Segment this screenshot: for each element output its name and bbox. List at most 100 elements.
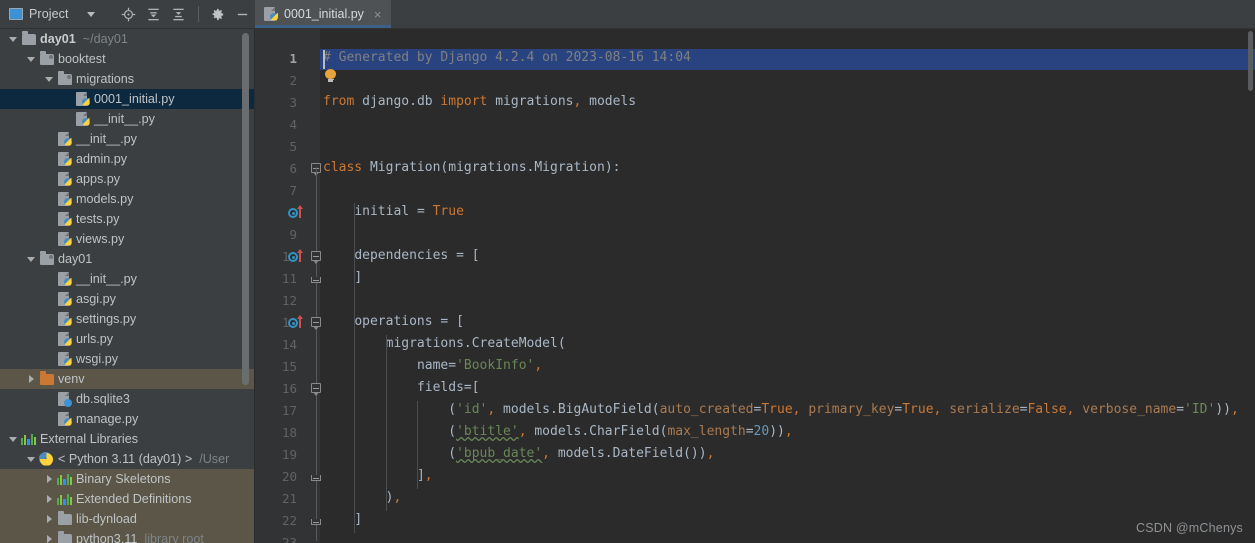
tree-item-tests-py[interactable]: tests.py <box>0 209 254 229</box>
chevron-down-icon[interactable] <box>24 457 38 462</box>
tree-item-wsgi-py[interactable]: wsgi.py <box>0 349 254 369</box>
python-file-icon <box>57 311 72 327</box>
fold-marker-icon[interactable] <box>311 273 322 284</box>
chevron-down-icon[interactable] <box>86 11 95 17</box>
tree-item-db-sqlite3[interactable]: db.sqlite3 <box>0 389 254 409</box>
fold-marker-icon[interactable] <box>311 251 322 264</box>
tree-item-init-py[interactable]: __init__.py <box>0 109 254 129</box>
intention-bulb-icon[interactable] <box>325 69 336 82</box>
code-line[interactable]: class Migration(migrations.Migration): <box>323 160 620 175</box>
line-number: 11 <box>281 271 297 286</box>
chevron-down-icon[interactable] <box>42 77 56 82</box>
python-sdk-icon <box>39 451 54 467</box>
python-file-icon <box>57 211 72 227</box>
locate-icon[interactable] <box>118 3 140 25</box>
collapse-all-icon[interactable] <box>168 3 190 25</box>
chevron-right-icon[interactable] <box>42 535 56 543</box>
library-icon <box>21 433 36 445</box>
tree-item-asgi-py[interactable]: asgi.py <box>0 289 254 309</box>
watermark: CSDN @mChenys <box>1136 521 1243 535</box>
tree-item-path: ~/day01 <box>82 32 128 46</box>
code-line[interactable]: migrations.CreateModel( <box>323 336 566 351</box>
settings-gear-icon[interactable] <box>207 3 229 25</box>
tree-item-apps-py[interactable]: apps.py <box>0 169 254 189</box>
tab-0001-initial-py[interactable]: 0001_initial.py × <box>255 0 391 28</box>
indent-guide <box>416 401 418 489</box>
code-line[interactable]: ('bpub_date', models.DateField()), <box>323 446 714 461</box>
tree-item-venv[interactable]: venv <box>0 369 254 389</box>
tree-item-external-libraries[interactable]: External Libraries <box>0 429 254 449</box>
code-line[interactable]: ] <box>323 270 362 285</box>
tree-item-models-py[interactable]: models.py <box>0 189 254 209</box>
tree-item-lib-dynload[interactable]: lib-dynload <box>0 509 254 529</box>
override-marker-icon[interactable] <box>288 249 306 264</box>
chevron-down-icon[interactable] <box>6 437 20 442</box>
close-icon[interactable]: × <box>374 8 382 21</box>
tree-item-day01[interactable]: day01 ~/day01 <box>0 29 254 49</box>
tree-item-python-3-11-day01[interactable]: < Python 3.11 (day01) > /User <box>0 449 254 469</box>
code-line[interactable]: fields=[ <box>323 380 480 395</box>
project-panel-button[interactable]: Project <box>6 5 100 23</box>
tree-item-day01[interactable]: day01 <box>0 249 254 269</box>
line-number: 2 <box>289 73 297 88</box>
code-line[interactable]: # Generated by Django 4.2.4 on 2023-08-1… <box>323 50 691 65</box>
folder-icon <box>57 511 72 525</box>
python-file-icon <box>57 151 72 167</box>
code-line[interactable]: from django.db import migrations, models <box>323 94 636 109</box>
chevron-right-icon[interactable] <box>24 375 38 383</box>
code-line[interactable]: operations = [ <box>323 314 464 329</box>
project-tree: day01 ~/day01 booktest migrations 0001_initi… <box>0 29 254 543</box>
tree-item-label: settings.py <box>76 312 137 326</box>
tree-item-admin-py[interactable]: admin.py <box>0 149 254 169</box>
tree-item-extended-definitions[interactable]: Extended Definitions <box>0 489 254 509</box>
tree-item-label: manage.py <box>76 412 139 426</box>
tree-item-migrations[interactable]: migrations <box>0 69 254 89</box>
code-line[interactable]: ), <box>323 490 402 505</box>
tree-item-urls-py[interactable]: urls.py <box>0 329 254 349</box>
line-number: 6 <box>289 161 297 176</box>
fold-marker-icon[interactable] <box>311 471 322 482</box>
tree-item-settings-py[interactable]: settings.py <box>0 309 254 329</box>
tree-item-init-py[interactable]: __init__.py <box>0 269 254 289</box>
chevron-down-icon[interactable] <box>6 37 20 42</box>
fold-marker-icon[interactable] <box>311 383 322 396</box>
chevron-right-icon[interactable] <box>42 515 56 523</box>
code-area[interactable]: # Generated by Django 4.2.4 on 2023-08-1… <box>320 29 1255 543</box>
tree-item-views-py[interactable]: views.py <box>0 229 254 249</box>
tree-item-label: admin.py <box>76 152 128 166</box>
tree-item-0001-initial-py[interactable]: 0001_initial.py <box>0 89 254 109</box>
chevron-down-icon[interactable] <box>24 57 38 62</box>
code-line[interactable]: ('id', models.BigAutoField(auto_created=… <box>323 402 1239 417</box>
tree-item-manage-py[interactable]: manage.py <box>0 409 254 429</box>
code-line[interactable]: initial = True <box>323 204 464 219</box>
tree-item-label: db.sqlite3 <box>76 392 130 406</box>
tree-item-init-py[interactable]: __init__.py <box>0 129 254 149</box>
expand-all-icon[interactable] <box>143 3 165 25</box>
code-line[interactable]: ] <box>323 512 362 527</box>
tree-item-label: 0001_initial.py <box>94 92 175 106</box>
tree-item-binary-skeletons[interactable]: Binary Skeletons <box>0 469 254 489</box>
code-line[interactable]: name='BookInfo', <box>323 358 542 373</box>
sidebar-scrollbar[interactable] <box>242 33 249 385</box>
editor-scrollbar[interactable] <box>1248 31 1253 91</box>
tree-item-label: models.py <box>76 192 134 206</box>
code-line[interactable]: ('btitle', models.CharField(max_length=2… <box>323 424 792 439</box>
minimize-icon[interactable] <box>232 3 254 25</box>
tree-item-booktest[interactable]: booktest <box>0 49 254 69</box>
python-file-icon <box>57 171 72 187</box>
fold-column <box>310 29 320 543</box>
folder-orange-icon <box>39 371 54 385</box>
chevron-down-icon[interactable] <box>24 257 38 262</box>
override-marker-icon[interactable] <box>288 205 306 220</box>
chevron-right-icon[interactable] <box>42 475 56 483</box>
override-marker-icon[interactable] <box>288 315 306 330</box>
tree-item-label: venv <box>58 372 85 386</box>
tree-item-label: __init__.py <box>94 112 155 126</box>
chevron-right-icon[interactable] <box>42 495 56 503</box>
tree-item-python3-11[interactable]: python3.11 library root <box>0 529 254 543</box>
fold-marker-icon[interactable] <box>311 515 322 526</box>
code-editor[interactable]: # Generated by Django 4.2.4 on 2023-08-1… <box>255 29 1255 543</box>
fold-marker-icon[interactable] <box>311 317 322 330</box>
code-line[interactable]: dependencies = [ <box>323 248 479 263</box>
editor-tab-strip: 0001_initial.py × <box>255 0 1255 29</box>
